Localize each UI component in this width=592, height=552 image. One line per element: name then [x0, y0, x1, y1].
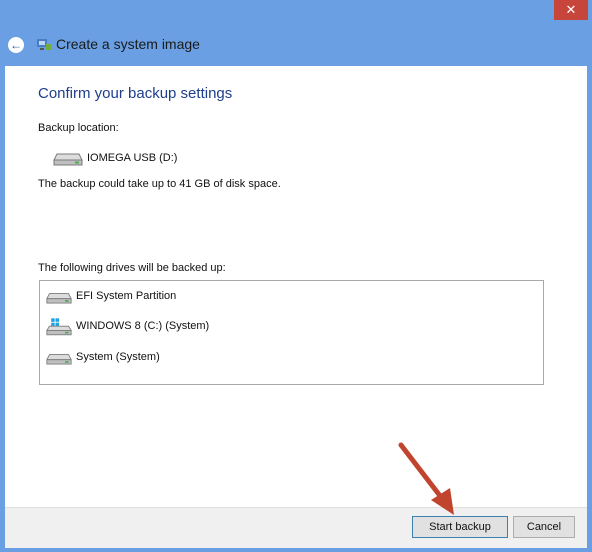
- hard-drive-icon: [46, 354, 72, 365]
- cancel-button[interactable]: Cancel: [513, 516, 575, 538]
- hard-drive-icon: [46, 293, 72, 304]
- drive-name: EFI System Partition: [76, 290, 177, 302]
- backup-location-name: IOMEGA USB (D:): [87, 152, 178, 164]
- drive-name: System (System): [76, 351, 160, 363]
- start-backup-button[interactable]: Start backup: [412, 516, 508, 538]
- page-title: Confirm your backup settings: [38, 85, 233, 102]
- window: ✕ ← Create a system image Confirm your b…: [0, 0, 592, 552]
- list-item[interactable]: System (System): [46, 348, 526, 368]
- list-item[interactable]: EFI System Partition: [46, 287, 526, 307]
- space-notice: The backup could take up to 41 GB of dis…: [38, 178, 281, 190]
- back-arrow-icon[interactable]: ←: [8, 37, 24, 53]
- hard-drive-icon: [53, 153, 83, 166]
- content-area: Confirm your backup settings Backup loca…: [5, 66, 587, 507]
- title-bar: ✕ ← Create a system image: [0, 0, 592, 66]
- window-title: Create a system image: [56, 36, 200, 52]
- windows-drive-icon: [46, 318, 72, 336]
- drives-list[interactable]: EFI System Partition WINDOWS 8 (C:) (Sys…: [39, 280, 544, 385]
- backup-location-label: Backup location:: [38, 122, 119, 134]
- system-image-icon: [37, 39, 51, 50]
- drives-label: The following drives will be backed up:: [38, 262, 226, 274]
- drive-name: WINDOWS 8 (C:) (System): [76, 320, 210, 332]
- list-item[interactable]: WINDOWS 8 (C:) (System): [46, 317, 526, 337]
- close-button[interactable]: ✕: [554, 0, 588, 20]
